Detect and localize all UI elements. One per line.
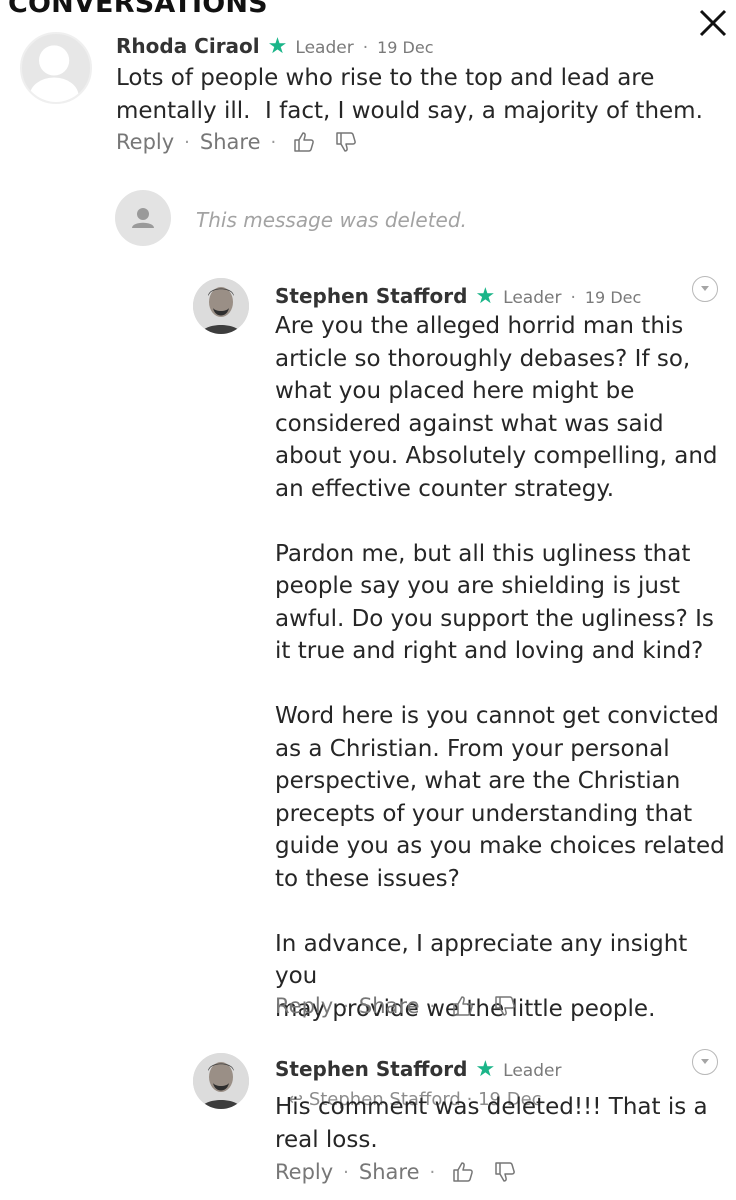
default-avatar-icon	[29, 45, 79, 102]
separator-dot: ·	[270, 131, 277, 153]
thumbs-down-icon[interactable]	[493, 1160, 517, 1184]
reply-button[interactable]: Reply	[275, 994, 333, 1018]
author-name[interactable]: Stephen Stafford	[275, 1057, 467, 1081]
star-icon: ★	[475, 284, 496, 309]
share-button[interactable]: Share	[359, 994, 420, 1018]
star-icon: ★	[475, 1057, 496, 1082]
comment-date[interactable]: 19 Dec	[377, 38, 433, 57]
default-avatar-icon	[132, 208, 154, 228]
comment-rhoda: Rhoda Ciraol ★ Leader · 19 Dec Lots of p…	[0, 0, 736, 170]
avatar	[115, 190, 171, 246]
comment-menu-icon[interactable]	[692, 1049, 718, 1075]
leader-badge: Leader	[295, 38, 354, 58]
separator-dot: ·	[429, 995, 436, 1017]
user-photo	[193, 1053, 249, 1109]
comment-date[interactable]: 19 Dec	[585, 288, 641, 307]
separator-dot: ·	[570, 288, 576, 308]
leader-badge: Leader	[503, 288, 562, 308]
thumbs-up-icon[interactable]	[451, 994, 475, 1018]
comment-header: Rhoda Ciraol ★ Leader · 19 Dec	[116, 34, 434, 59]
comment-header: Stephen Stafford ★ Leader	[275, 1057, 561, 1082]
comment-text: His comment was deleted!!! That is a rea…	[275, 1094, 708, 1153]
author-name[interactable]: Stephen Stafford	[275, 284, 467, 308]
reply-button[interactable]: Reply	[116, 130, 174, 154]
comment-actions: Reply · Share ·	[275, 1160, 517, 1184]
separator-dot: ·	[343, 1161, 349, 1183]
reply-button[interactable]: Reply	[275, 1160, 333, 1184]
share-button[interactable]: Share	[200, 130, 261, 154]
share-button[interactable]: Share	[359, 1160, 420, 1184]
thumbs-down-icon[interactable]	[334, 130, 358, 154]
comment-text: Are you the alleged horrid man this arti…	[275, 313, 725, 1022]
author-name[interactable]: Rhoda Ciraol	[116, 34, 260, 58]
comment-actions: Reply · Share ·	[116, 130, 358, 154]
separator-dot: ·	[362, 38, 369, 58]
star-icon: ★	[267, 34, 288, 59]
comment-stephen-2: Stephen Stafford ★ Leader ↩ Stephen Staf…	[0, 1045, 736, 1200]
thumbs-up-icon[interactable]	[451, 1160, 475, 1184]
comment-menu-icon[interactable]	[692, 276, 718, 302]
comment-stephen-1: Stephen Stafford ★ Leader · 19 Dec Are y…	[0, 270, 736, 1030]
deleted-message-text: This message was deleted.	[196, 208, 467, 232]
avatar[interactable]	[20, 32, 92, 104]
comment-actions: Reply · Share ·	[275, 994, 517, 1018]
comment-text: Lots of people who rise to the top and l…	[116, 65, 703, 124]
user-photo	[193, 278, 249, 334]
thumbs-up-icon[interactable]	[292, 130, 316, 154]
avatar[interactable]	[193, 278, 249, 334]
comment-header: Stephen Stafford ★ Leader · 19 Dec	[275, 284, 641, 309]
leader-badge: Leader	[503, 1061, 562, 1081]
separator-dot: ·	[343, 995, 349, 1017]
thumbs-down-icon[interactable]	[493, 994, 517, 1018]
comment-deleted: This message was deleted.	[0, 180, 736, 260]
separator-dot: ·	[184, 131, 190, 153]
avatar[interactable]	[193, 1053, 249, 1109]
separator-dot: ·	[429, 1161, 436, 1183]
